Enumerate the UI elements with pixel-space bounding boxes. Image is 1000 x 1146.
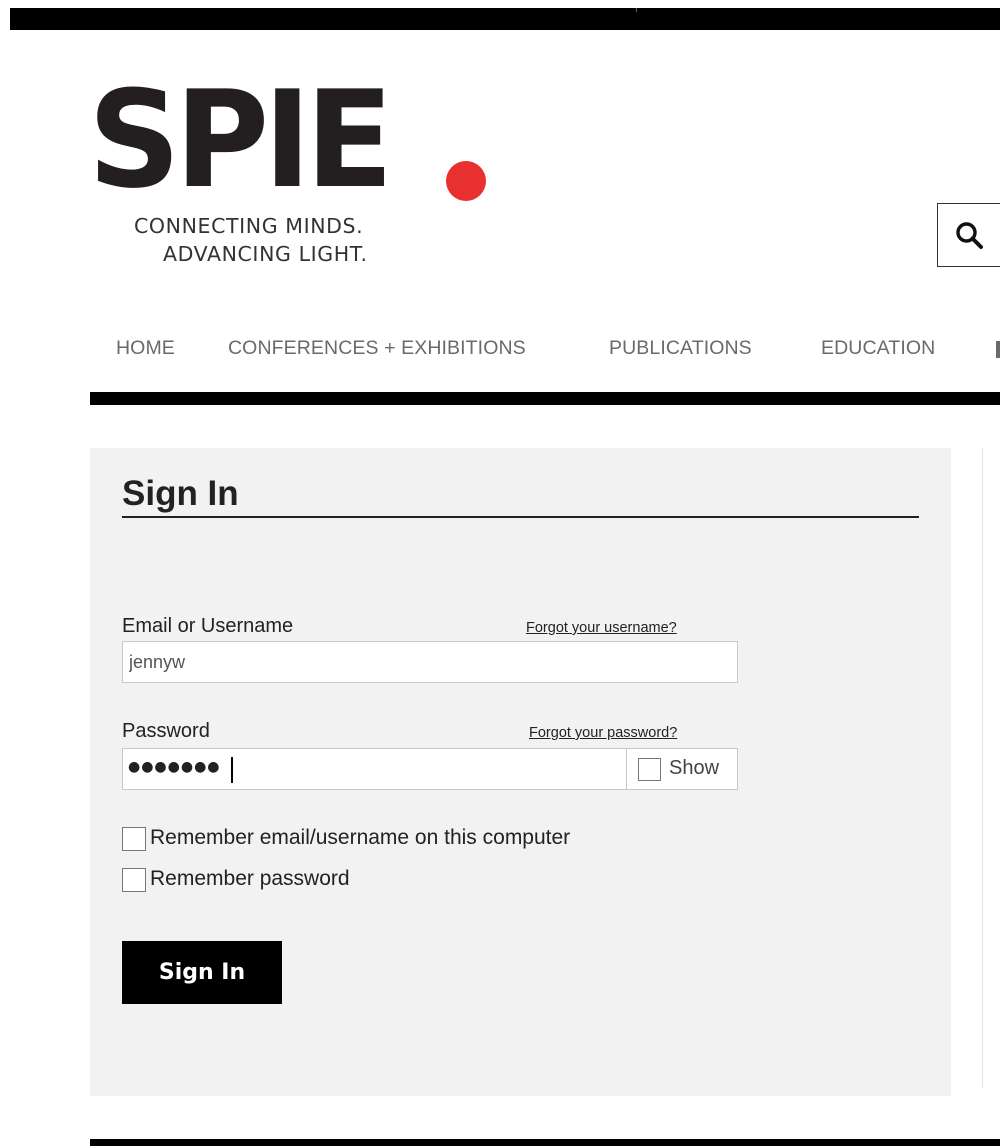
logo-red-dot	[446, 161, 486, 201]
top-bar	[10, 8, 1000, 30]
spie-logo[interactable]: SPIE CONNECTING MINDS. ADVANCING LIGHT.	[88, 62, 498, 278]
password-label: Password	[122, 720, 210, 742]
username-label: Email or Username	[122, 615, 294, 637]
show-password-toggle[interactable]: Show	[626, 748, 738, 790]
remember-password-checkbox[interactable]	[122, 868, 146, 892]
forgot-password-link[interactable]: Forgot your password?	[529, 725, 677, 741]
nav-item-next-truncated[interactable]	[996, 341, 1000, 358]
nav-item-education[interactable]: EDUCATION	[821, 337, 935, 360]
show-password-label: Show	[669, 757, 720, 779]
footer-rule	[90, 1139, 1000, 1146]
forgot-username-link[interactable]: Forgot your username?	[526, 620, 677, 636]
password-mask: ●●●●●●●	[128, 759, 221, 775]
top-bar-divider	[636, 8, 637, 12]
text-cursor	[231, 757, 233, 783]
nav-item-conferences-exhibitions[interactable]: CONFERENCES + EXHIBITIONS	[228, 337, 526, 360]
remember-username-checkbox[interactable]	[122, 827, 146, 851]
title-divider	[122, 516, 919, 518]
sign-in-button[interactable]: Sign In	[122, 941, 282, 1004]
logo-wordmark: SPIE	[88, 62, 393, 218]
sign-in-title: Sign In	[122, 474, 239, 513]
search-button[interactable]	[937, 203, 1000, 267]
nav-item-publications[interactable]: PUBLICATIONS	[609, 337, 752, 360]
remember-username-label[interactable]: Remember email/username on this computer	[150, 826, 570, 850]
sidebar-divider	[982, 448, 983, 1088]
search-icon	[956, 222, 983, 249]
username-field[interactable]	[122, 641, 738, 683]
logo-tagline-line1: CONNECTING MINDS.	[134, 214, 364, 238]
show-password-checkbox[interactable]	[638, 758, 661, 781]
nav-underline	[90, 392, 1000, 405]
logo-tagline-line2: ADVANCING LIGHT.	[163, 242, 368, 266]
nav-item-home[interactable]: HOME	[116, 337, 175, 360]
remember-password-label[interactable]: Remember password	[150, 867, 350, 891]
